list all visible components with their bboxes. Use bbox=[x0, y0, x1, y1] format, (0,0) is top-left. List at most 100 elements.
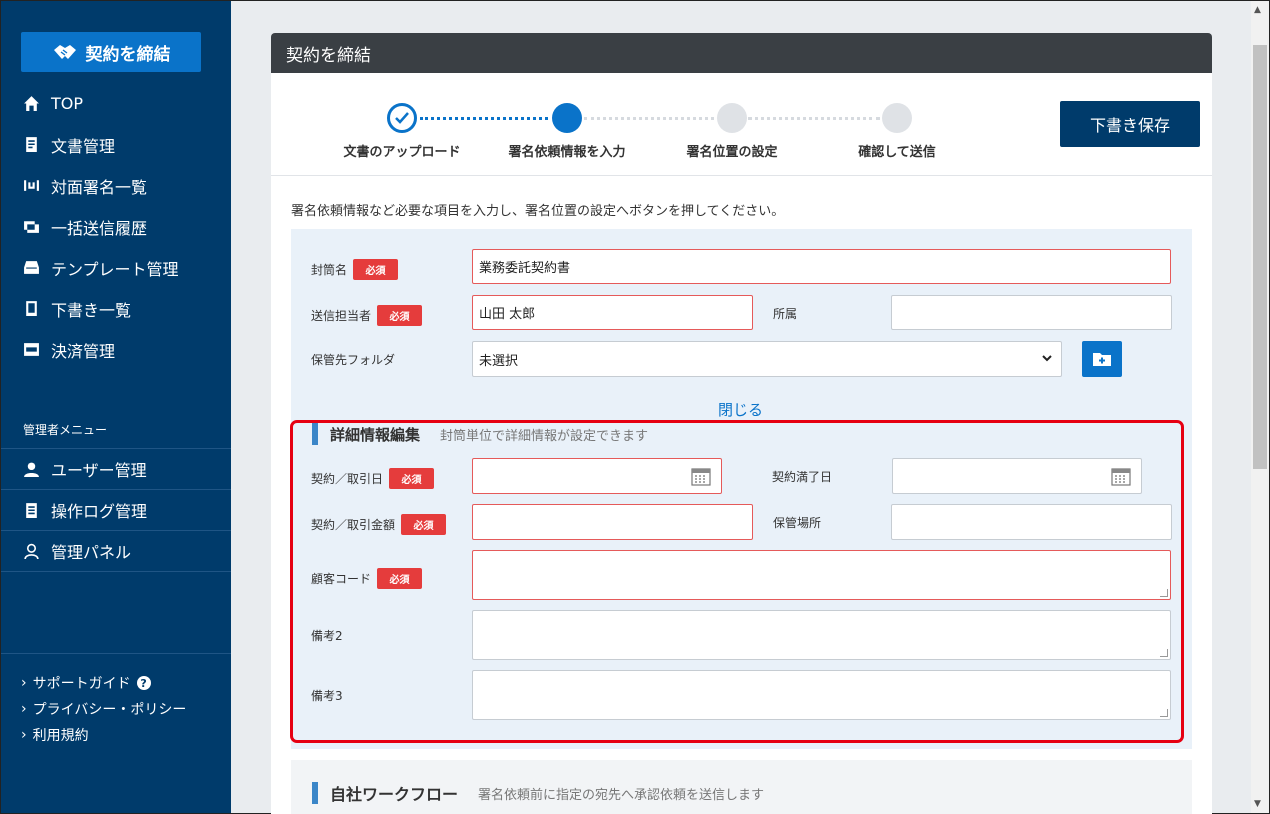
storage-place-label: 保管場所 bbox=[773, 514, 821, 531]
workflow-title: 自社ワークフロー bbox=[330, 785, 459, 804]
step-connector bbox=[420, 117, 548, 120]
storage-place-field[interactable] bbox=[891, 504, 1172, 540]
section-accent-bar bbox=[312, 423, 318, 445]
field-label: 所属 bbox=[773, 307, 798, 321]
close-details-link[interactable]: 閉じる bbox=[718, 399, 763, 420]
nav-item-label: テンプレート管理 bbox=[51, 259, 179, 279]
nav-item-top[interactable]: TOP bbox=[1, 83, 231, 124]
note3-textarea[interactable] bbox=[472, 670, 1171, 720]
resize-handle[interactable] bbox=[1160, 649, 1168, 657]
nav-item-logs[interactable]: 操作ログ管理 bbox=[1, 490, 231, 531]
main-nav: TOP 文書管理 対面署名一覧 一括送信履歴 テンプレート管理 下書き一覧 決済… bbox=[1, 83, 231, 370]
details-section-header: 詳細情報編集 封筒単位で詳細情報が設定できます bbox=[312, 423, 648, 445]
terms-label: 利用規約 bbox=[32, 728, 89, 744]
nav-item-label: 下書き一覧 bbox=[51, 300, 132, 320]
privacy-policy-link[interactable]: › プライバシー・ポリシー bbox=[21, 696, 186, 722]
nav-item-label: 管理パネル bbox=[51, 543, 132, 562]
scroll-up-arrow[interactable]: ▲ bbox=[1254, 5, 1261, 15]
folder-select-value: 未選択 bbox=[479, 353, 519, 369]
nav-item-label: 一括送信履歴 bbox=[51, 218, 148, 238]
customer-code-textarea[interactable] bbox=[472, 550, 1171, 600]
sender-field[interactable]: 山田 太郎 bbox=[472, 295, 753, 330]
create-contract-label: 契約を締結 bbox=[85, 44, 171, 65]
note2-textarea[interactable] bbox=[472, 610, 1171, 660]
calendar-icon[interactable] bbox=[1111, 466, 1131, 486]
nav-item-label: TOP bbox=[51, 94, 84, 113]
resize-handle[interactable] bbox=[1160, 709, 1168, 717]
nav-item-admin-panel[interactable]: 管理パネル bbox=[1, 531, 231, 572]
field-label: 契約満了日 bbox=[772, 470, 833, 484]
scroll-down-arrow[interactable]: ▼ bbox=[1254, 799, 1261, 809]
help-icon: ? bbox=[136, 676, 151, 690]
nav-item-bulk-send[interactable]: 一括送信履歴 bbox=[1, 206, 231, 247]
handshake-icon bbox=[53, 45, 76, 59]
pay-icon bbox=[21, 340, 41, 360]
nav-item-documents[interactable]: 文書管理 bbox=[1, 124, 231, 165]
nav-item-templates[interactable]: テンプレート管理 bbox=[1, 247, 231, 288]
step-connector bbox=[584, 117, 714, 120]
nav-item-payments[interactable]: 決済管理 bbox=[1, 329, 231, 370]
nav-item-label: 操作ログ管理 bbox=[51, 502, 148, 521]
sender-label: 送信担当者 必須 bbox=[311, 305, 423, 326]
amount-field[interactable] bbox=[472, 504, 753, 540]
details-title: 詳細情報編集 bbox=[330, 425, 421, 444]
customer-code-label: 顧客コード 必須 bbox=[311, 568, 423, 589]
admin-nav: ユーザー管理 操作ログ管理 管理パネル bbox=[1, 448, 231, 572]
check-icon bbox=[395, 112, 409, 124]
required-badge: 必須 bbox=[389, 468, 435, 489]
step-3-indicator bbox=[717, 103, 747, 133]
bulk-send-icon bbox=[21, 217, 41, 237]
field-label: 契約／取引金額 bbox=[311, 518, 396, 532]
affiliation-field[interactable] bbox=[891, 295, 1172, 330]
folder-label: 保管先フォルダ bbox=[311, 351, 395, 368]
required-badge: 必須 bbox=[377, 568, 423, 589]
template-icon bbox=[21, 258, 41, 278]
admin-panel-icon bbox=[21, 541, 41, 561]
page-title: 契約を締結 bbox=[271, 33, 1212, 73]
field-label: 保管場所 bbox=[773, 516, 822, 530]
nav-item-label: 決済管理 bbox=[51, 341, 116, 361]
required-badge: 必須 bbox=[353, 259, 399, 280]
envelope-name-value: 業務委託契約書 bbox=[479, 261, 571, 276]
terms-link[interactable]: › 利用規約 bbox=[21, 722, 186, 748]
nav-item-face-sign[interactable]: 対面署名一覧 bbox=[1, 165, 231, 206]
sender-value: 山田 太郎 bbox=[479, 307, 536, 322]
step-2-label: 署名依頼情報を入力 bbox=[508, 145, 626, 160]
field-label: 契約／取引日 bbox=[311, 472, 384, 486]
contract-date-field[interactable] bbox=[472, 458, 722, 494]
envelope-name-label: 封筒名 必須 bbox=[311, 259, 399, 280]
expiry-date-field[interactable] bbox=[892, 458, 1142, 494]
affiliation-label: 所属 bbox=[773, 305, 797, 322]
note2-label: 備考2 bbox=[311, 627, 343, 644]
required-badge: 必須 bbox=[401, 514, 447, 535]
required-badge: 必須 bbox=[377, 305, 423, 326]
create-contract-button[interactable]: 契約を締結 bbox=[21, 32, 201, 72]
support-guide-link[interactable]: › サポートガイド ? bbox=[21, 670, 186, 696]
chevron-right-icon: › bbox=[21, 675, 27, 691]
footer-divider bbox=[1, 653, 231, 654]
step-4-indicator bbox=[882, 103, 912, 133]
add-folder-button[interactable] bbox=[1082, 341, 1122, 377]
sidebar: 契約を締結 TOP 文書管理 対面署名一覧 一括送信履歴 テンプレート管理 下書… bbox=[1, 1, 231, 813]
nav-item-users[interactable]: ユーザー管理 bbox=[1, 449, 231, 490]
chevron-down-icon bbox=[1041, 352, 1053, 367]
draft-icon bbox=[21, 299, 41, 319]
save-draft-button[interactable]: 下書き保存 bbox=[1060, 101, 1200, 147]
step-2-current-indicator bbox=[552, 103, 582, 133]
support-guide-label: サポートガイド bbox=[32, 676, 131, 692]
folder-select[interactable]: 未選択 bbox=[472, 341, 1062, 377]
document-icon bbox=[21, 135, 41, 155]
step-1-label: 文書のアップロード bbox=[343, 145, 461, 160]
field-label: 備考3 bbox=[311, 689, 343, 703]
field-label: 封筒名 bbox=[311, 263, 348, 277]
privacy-policy-label: プライバシー・ポリシー bbox=[32, 702, 187, 718]
scrollbar-thumb[interactable] bbox=[1253, 45, 1267, 469]
resize-handle[interactable] bbox=[1160, 589, 1168, 597]
envelope-name-field[interactable]: 業務委託契約書 bbox=[472, 249, 1171, 284]
home-icon bbox=[21, 94, 41, 114]
nav-item-drafts[interactable]: 下書き一覧 bbox=[1, 288, 231, 329]
calendar-icon[interactable] bbox=[691, 466, 711, 486]
nav-item-label: ユーザー管理 bbox=[51, 461, 147, 480]
step-connector bbox=[748, 117, 880, 120]
face-sign-icon bbox=[21, 176, 41, 196]
